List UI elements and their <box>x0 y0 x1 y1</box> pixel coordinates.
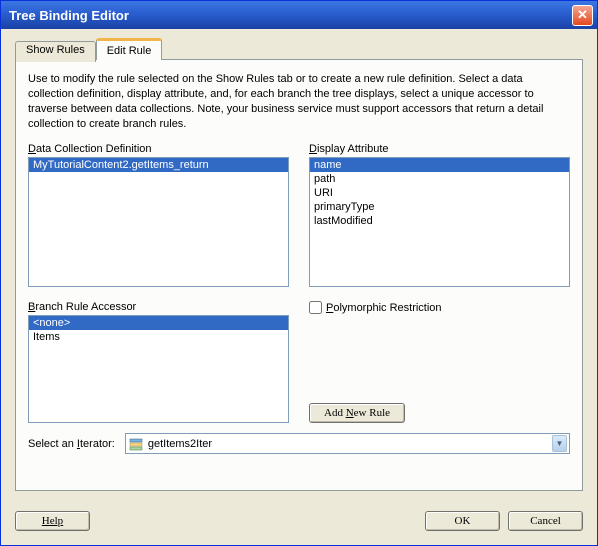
cancel-button[interactable]: Cancel <box>508 511 583 531</box>
tab-edit-rule[interactable]: Edit Rule <box>96 38 163 60</box>
list-item[interactable]: primaryType <box>310 200 569 214</box>
list-item[interactable]: MyTutorialContent2.getItems_return <box>29 158 288 172</box>
intro-text: Use to modify the rule selected on the S… <box>28 72 570 131</box>
add-new-rule-button[interactable]: Add New Rule <box>309 403 405 423</box>
iterator-select[interactable]: getItems2Iter ▼ <box>125 433 570 454</box>
ok-button[interactable]: OK <box>425 511 500 531</box>
iterator-icon <box>128 436 144 452</box>
list-item[interactable]: path <box>310 172 569 186</box>
poly-row: Polymorphic Restriction <box>309 301 570 314</box>
list-item[interactable]: <none> <box>29 316 288 330</box>
poly-col: Polymorphic Restriction Add New Rule <box>309 301 570 423</box>
close-icon[interactable]: ✕ <box>572 5 593 26</box>
bottom-row: Branch Rule Accessor <none>Items Polymor… <box>28 301 570 423</box>
iterator-label: Select an Iterator: <box>28 438 115 450</box>
title-text: Tree Binding Editor <box>9 8 572 23</box>
iterator-row: Select an Iterator: getItems2Iter ▼ <box>28 433 570 454</box>
help-button[interactable]: Help <box>15 511 90 531</box>
tab-show-rules[interactable]: Show Rules <box>15 41 96 62</box>
bra-col: Branch Rule Accessor <none>Items <box>28 301 289 423</box>
chevron-down-icon[interactable]: ▼ <box>552 435 567 452</box>
list-item[interactable]: lastModified <box>310 214 569 228</box>
da-col: Display Attribute namepathURIprimaryType… <box>309 143 570 287</box>
dialog-window: Tree Binding Editor ✕ Show Rules Edit Ru… <box>0 0 598 546</box>
dcd-listbox[interactable]: MyTutorialContent2.getItems_return <box>28 157 289 287</box>
da-listbox[interactable]: namepathURIprimaryTypelastModified <box>309 157 570 287</box>
da-label: Display Attribute <box>309 143 570 155</box>
content-area: Show Rules Edit Rule Use to modify the r… <box>1 29 597 501</box>
dcd-col: Data Collection Definition MyTutorialCon… <box>28 143 289 287</box>
bra-label: Branch Rule Accessor <box>28 301 289 313</box>
tab-strip: Show Rules Edit Rule <box>15 39 583 60</box>
dcd-label: Data Collection Definition <box>28 143 289 155</box>
titlebar: Tree Binding Editor ✕ <box>1 1 597 29</box>
list-item[interactable]: name <box>310 158 569 172</box>
tab-panel: Use to modify the rule selected on the S… <box>15 59 583 491</box>
polymorphic-checkbox[interactable] <box>309 301 322 314</box>
bra-listbox[interactable]: <none>Items <box>28 315 289 423</box>
list-item[interactable]: Items <box>29 330 288 344</box>
add-rule-row: Add New Rule <box>309 403 570 423</box>
list-item[interactable]: URI <box>310 186 569 200</box>
iterator-value: getItems2Iter <box>148 438 552 450</box>
button-bar: Help OK Cancel <box>1 501 597 545</box>
poly-label: Polymorphic Restriction <box>326 302 442 314</box>
top-row: Data Collection Definition MyTutorialCon… <box>28 143 570 287</box>
